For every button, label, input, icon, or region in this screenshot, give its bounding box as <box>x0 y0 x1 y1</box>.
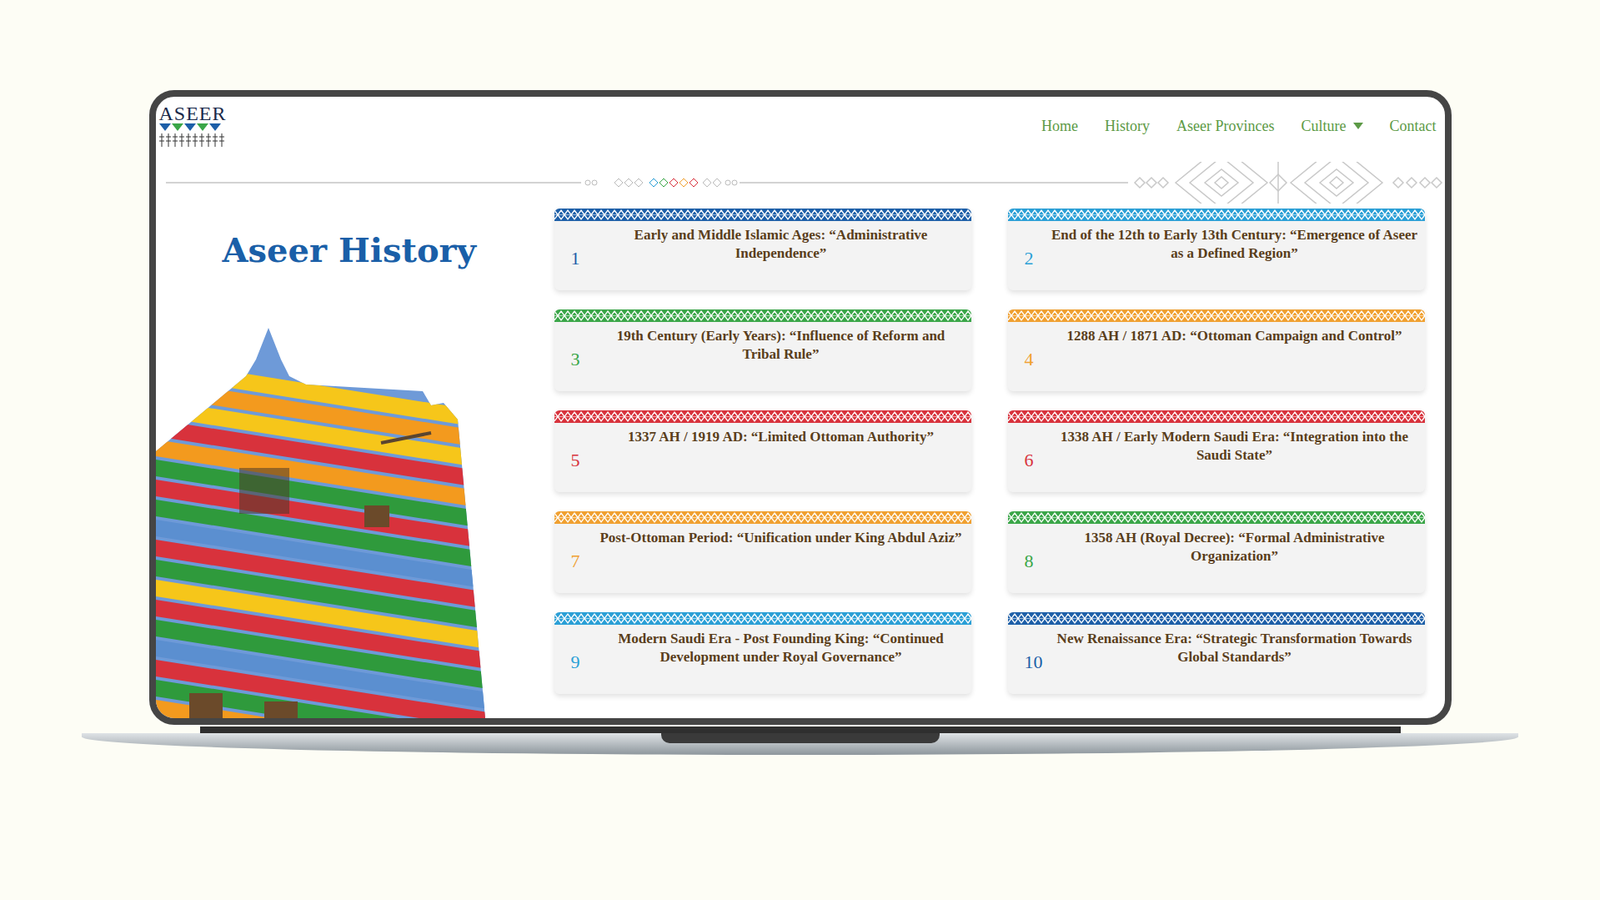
nav-list: Home History Aseer Provinces Culture Contact <box>1041 115 1436 139</box>
card-title: Early and Middle Islamic Ages: “Administ… <box>597 225 965 279</box>
card-band <box>554 611 972 625</box>
nav-link[interactable]: Culture <box>1301 115 1364 139</box>
card-band <box>554 309 972 322</box>
laptop-screen: ASEER Home History Aseer Provinces Culture Co… <box>149 90 1452 725</box>
caret-down-icon[interactable] <box>1353 122 1364 130</box>
card-number: 8 <box>1014 538 1052 572</box>
building-photo <box>155 326 555 718</box>
timeline-card[interactable]: 61338 AH / Early Modern Saudi Era: “Inte… <box>1008 410 1425 492</box>
card-number: 5 <box>561 437 598 472</box>
card-title: 1338 AH / Early Modern Saudi Era: “Integ… <box>1051 427 1419 481</box>
card-band <box>1008 208 1425 221</box>
site-logo[interactable]: ASEER <box>159 103 230 149</box>
nav-link[interactable]: Contact <box>1389 115 1437 139</box>
ornament-divider <box>155 161 1445 204</box>
timeline-card[interactable]: 319th Century (Early Years): “Influence … <box>554 309 972 392</box>
card-title: Post-Ottoman Period: “Unification under … <box>597 528 965 582</box>
card-title: 1358 AH (Royal Decree): “Formal Administ… <box>1051 528 1419 582</box>
timeline-card[interactable]: 10New Renaissance Era: “Strategic Transf… <box>1008 611 1425 694</box>
divider-ornament-icon <box>581 174 740 191</box>
nav-link[interactable]: History <box>1104 115 1150 139</box>
laptop-notch <box>661 732 940 743</box>
card-title: 1337 AH / 1919 AD: “Limited Ottoman Auth… <box>597 427 965 481</box>
card-title: Modern Saudi Era - Post Founding King: “… <box>597 629 965 683</box>
card-title: End of the 12th to Early 13th Century: “… <box>1051 225 1419 279</box>
card-number: 2 <box>1014 235 1052 270</box>
card-number: 3 <box>561 336 598 371</box>
card-band <box>554 511 972 524</box>
timeline-card[interactable]: 9Modern Saudi Era - Post Founding King: … <box>554 611 972 694</box>
card-number: 4 <box>1014 336 1052 371</box>
card-body: 10New Renaissance Era: “Strategic Transf… <box>1008 624 1425 694</box>
card-body: 9Modern Saudi Era - Post Founding King: … <box>554 624 972 694</box>
card-number: 10 <box>1014 639 1052 673</box>
card-band <box>554 410 972 423</box>
hero-column: Aseer History <box>155 203 555 718</box>
card-body: 319th Century (Early Years): “Influence … <box>554 321 972 392</box>
laptop-base <box>81 732 1519 755</box>
history-section: Aseer History1Early and Middle Islamic A… <box>155 203 1445 718</box>
divider-line <box>165 181 582 184</box>
card-body: 1Early and Middle Islamic Ages: “Adminis… <box>554 220 972 291</box>
card-band <box>1008 309 1425 322</box>
card-number: 6 <box>1014 437 1052 472</box>
timeline-grid: 1Early and Middle Islamic Ages: “Adminis… <box>554 203 1445 718</box>
laptop-hinge <box>200 726 1401 733</box>
timeline-card[interactable]: 41288 AH / 1871 AD: “Ottoman Campaign an… <box>1008 309 1425 392</box>
divider-line <box>739 181 1129 184</box>
card-number: 7 <box>561 538 598 572</box>
timeline-card[interactable]: 7Post-Ottoman Period: “Unification under… <box>554 511 972 593</box>
logo-mark-icon <box>159 123 226 149</box>
card-body: 81358 AH (Royal Decree): “Formal Adminis… <box>1008 523 1425 593</box>
card-band <box>1008 511 1425 524</box>
card-body: 61338 AH / Early Modern Saudi Era: “Inte… <box>1008 422 1425 492</box>
top-nav: ASEER Home History Aseer Provinces Culture Co… <box>155 96 1445 171</box>
card-title: New Renaissance Era: “Strategic Transfor… <box>1051 629 1419 683</box>
card-band <box>1008 410 1425 423</box>
timeline-card[interactable]: 1Early and Middle Islamic Ages: “Adminis… <box>554 208 972 291</box>
card-body: 2End of the 12th to Early 13th Century: … <box>1008 220 1425 291</box>
card-number: 9 <box>561 639 598 673</box>
card-title: 1288 AH / 1871 AD: “Ottoman Campaign and… <box>1051 326 1419 380</box>
card-title: 19th Century (Early Years): “Influence o… <box>597 326 965 380</box>
card-body: 41288 AH / 1871 AD: “Ottoman Campaign an… <box>1008 321 1425 392</box>
timeline-card[interactable]: 81358 AH (Royal Decree): “Formal Adminis… <box>1008 511 1425 593</box>
card-band <box>554 208 972 221</box>
timeline-card[interactable]: 2End of the 12th to Early 13th Century: … <box>1008 208 1425 291</box>
card-number: 1 <box>561 235 598 270</box>
mockup-stage: ASEER Home History Aseer Provinces Culture Co… <box>0 0 1600 900</box>
card-body: 7Post-Ottoman Period: “Unification under… <box>554 523 972 593</box>
card-body: 51337 AH / 1919 AD: “Limited Ottoman Aut… <box>554 422 972 492</box>
nav-link[interactable]: Aseer Provinces <box>1176 115 1274 139</box>
logo-text[interactable]: ASEER <box>159 103 227 124</box>
page-title: Aseer History <box>155 230 555 271</box>
divider-pattern-icon <box>1128 161 1445 204</box>
nav-link[interactable]: Home <box>1041 115 1079 139</box>
hero-image <box>155 270 555 718</box>
card-band <box>1008 611 1425 625</box>
timeline-card[interactable]: 51337 AH / 1919 AD: “Limited Ottoman Aut… <box>554 410 972 492</box>
